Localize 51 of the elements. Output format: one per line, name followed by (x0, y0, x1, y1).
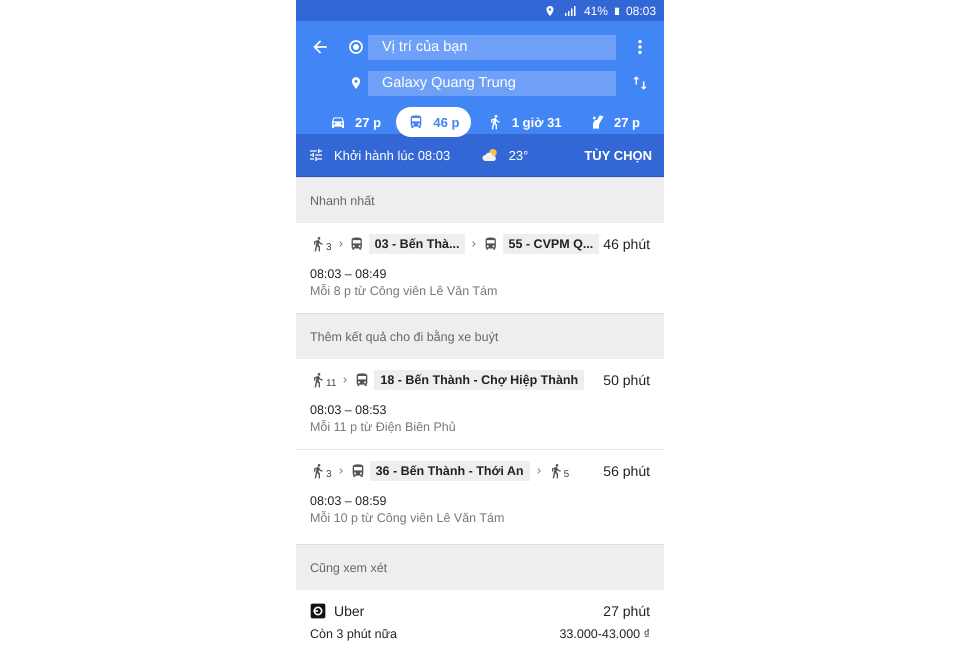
bus-icon (350, 463, 366, 479)
battery-icon (612, 4, 621, 16)
section-header: Cũng xem xét (296, 544, 664, 590)
bus-icon (408, 114, 424, 130)
walk-minutes: 5 (564, 469, 570, 480)
swap-arrows-icon[interactable] (631, 74, 649, 92)
ride-logo-icon (310, 603, 326, 619)
options-button[interactable]: TÙY CHỌN (584, 148, 652, 162)
travel-mode-tab[interactable]: 27 p (576, 107, 652, 137)
section-header: Thêm kết quả cho đi bằng xe buýt (296, 313, 664, 359)
route-card[interactable]: 3 03 - Bến Thà... 55 - CVPM Q... 46 phút 08:03 – 08:49 Mỗi 8 p từ Công viên Lê Văn Tám (296, 223, 664, 313)
bus-line-label: 55 - CVPM Q... (502, 234, 600, 254)
origin-field[interactable]: Vị trí của bạn (368, 34, 616, 60)
walk-minutes: 3 (326, 242, 332, 253)
route-duration: 56 phút (603, 463, 650, 479)
travel-mode-tab[interactable]: 27 p (318, 107, 394, 137)
sliders-icon[interactable] (308, 147, 324, 163)
ride-name: Uber (334, 603, 364, 619)
route-times: 08:03 – 08:49 (310, 267, 388, 281)
route-frequency: Mỗi 10 p từ Công viên Lê Văn Tám (310, 511, 506, 525)
travel-mode-tab[interactable]: 46 p (396, 107, 472, 137)
bus-line-label: 36 - Bến Thành - Thới An (370, 461, 530, 481)
destination-field[interactable]: Galaxy Quang Trung (368, 70, 616, 96)
route-times: 08:03 – 08:59 (310, 494, 388, 508)
destination-pin-icon (349, 75, 363, 91)
departure-time-text: Khởi hành lúc 08:03 (334, 148, 452, 162)
ride-wait-time: Còn 3 phút nữa (310, 627, 397, 641)
walk-minutes: 3 (326, 469, 332, 480)
bus-line-label: 18 - Bến Thành - Chợ Hiệp Thành (374, 370, 584, 390)
route-duration: 46 phút (603, 236, 650, 252)
walk-minutes: 11 (326, 378, 336, 389)
route-card[interactable]: 3 36 - Bến Thành - Thới An 5 56 phút 08:03 – 08:59 Mỗi 10 p từ Công viên Lê Văn Tám (296, 449, 664, 544)
battery-percent: 41% (584, 4, 608, 18)
route-card[interactable]: 11 18 - Bến Thành - Chợ Hiệp Thành 50 phút 08:03 – 08:53 Mỗi 11 p từ Điện Biên Phủ (296, 359, 664, 449)
route-frequency: Mỗi 8 p từ Công viên Lê Văn Tám (310, 284, 498, 298)
bus-icon (483, 236, 499, 252)
route-duration: 50 phút (603, 372, 650, 388)
route-frequency: Mỗi 11 p từ Điện Biên Phủ (310, 420, 457, 434)
route-times: 08:03 – 08:53 (310, 403, 388, 417)
ride-price: 33.000-43.000 ₫ (559, 627, 650, 641)
location-icon (544, 4, 556, 16)
ride-option-card[interactable]: Uber 27 phút Còn 3 phút nữa 33.000-43.000 ₫ (296, 590, 664, 641)
status-time: 08:03 (626, 4, 656, 18)
bus-line-label: 03 - Bến Thà... (368, 234, 466, 254)
bus-icon (354, 372, 370, 388)
temperature-text: 23° (508, 148, 528, 162)
ride-duration: 27 phút (603, 603, 650, 619)
section-header: Nhanh nhất (296, 177, 664, 223)
bus-icon (349, 236, 365, 252)
origin-circle-icon (348, 39, 364, 55)
travel-mode-tab[interactable]: 1 giờ 31 (474, 107, 574, 137)
